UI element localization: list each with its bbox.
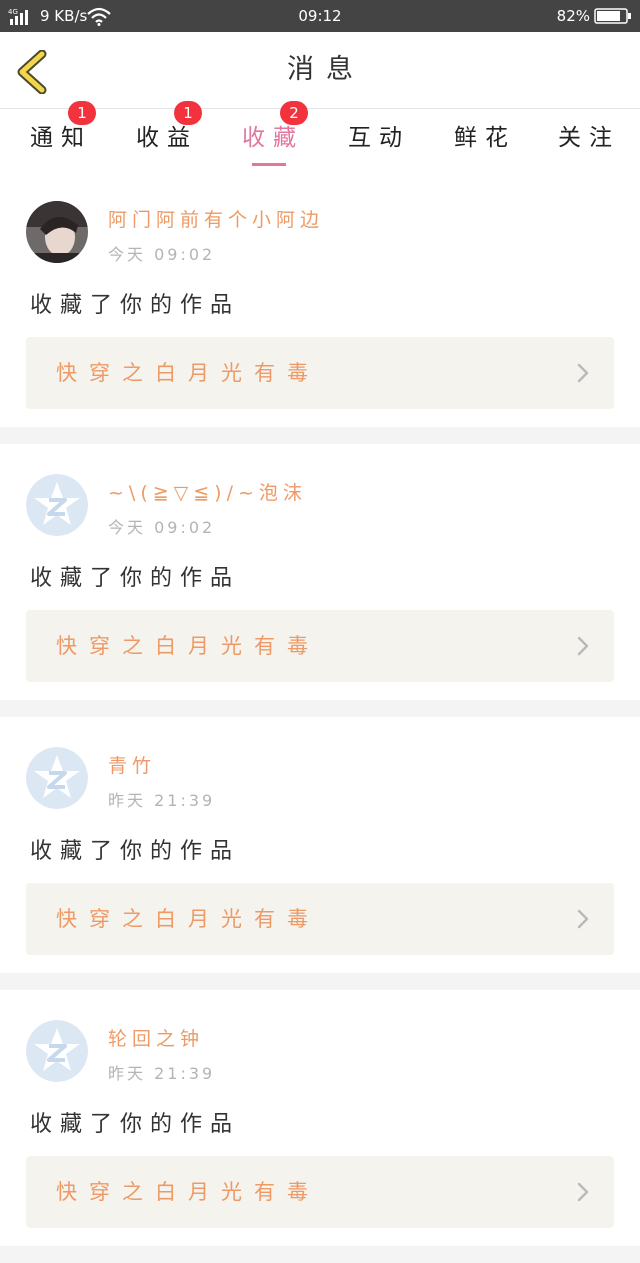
battery-icon	[594, 8, 631, 24]
action-text: 收藏了你的作品	[30, 293, 241, 318]
tab-follows[interactable]: 关注	[532, 109, 638, 171]
tab-favorites[interactable]: 收藏 2	[216, 101, 322, 171]
avatar[interactable]	[26, 747, 88, 809]
message-card: 阿门阿前有个小阿边 今天 09:02 收藏了你的作品 快穿之白月光有毒	[0, 171, 640, 427]
action-text: 收藏了你的作品	[30, 566, 241, 591]
work-title: 快穿之白月光有毒	[56, 907, 320, 931]
timestamp: 今天 09:02	[108, 245, 216, 264]
work-title: 快穿之白月光有毒	[56, 1180, 320, 1204]
chevron-right-icon	[577, 636, 589, 656]
tab-label: 鲜花	[454, 125, 516, 151]
user-photo-icon	[26, 201, 88, 263]
work-link[interactable]: 快穿之白月光有毒	[26, 883, 614, 955]
clock: 09:12	[298, 7, 342, 25]
unread-badge: 1	[68, 101, 96, 125]
work-title: 快穿之白月光有毒	[56, 361, 320, 385]
work-title: 快穿之白月光有毒	[56, 634, 320, 658]
action-text: 收藏了你的作品	[30, 839, 241, 864]
avatar[interactable]	[26, 201, 88, 263]
chevron-right-icon	[577, 909, 589, 929]
default-avatar-icon	[26, 747, 88, 809]
default-avatar-icon	[26, 1020, 88, 1082]
message-card: 轮回之钟 昨天 21:39 收藏了你的作品 快穿之白月光有毒	[0, 990, 640, 1246]
message-list: 阿门阿前有个小阿边 今天 09:02 收藏了你的作品 快穿之白月光有毒 ~\(≧…	[0, 171, 640, 1263]
tab-interactions[interactable]: 互动	[322, 109, 428, 171]
active-tab-indicator	[252, 163, 286, 166]
timestamp: 昨天 21:39	[108, 1064, 216, 1083]
navigation-bar: 消息	[0, 32, 640, 109]
avatar[interactable]	[26, 474, 88, 536]
tab-flowers[interactable]: 鲜花	[428, 109, 534, 171]
tab-notifications[interactable]: 通知 1	[4, 101, 110, 171]
unread-badge: 1	[174, 101, 202, 125]
battery-percent: 82%	[556, 7, 590, 25]
tab-bar: 通知 1 收益 1 收藏 2 互动 鲜花 关注	[0, 101, 640, 171]
tab-label: 互动	[348, 125, 410, 151]
username[interactable]: ~\(≧▽≦)/~泡沫	[108, 478, 307, 505]
timestamp: 昨天 21:39	[108, 791, 216, 810]
message-card: ~\(≧▽≦)/~泡沫 今天 09:02 收藏了你的作品 快穿之白月光有毒	[0, 444, 640, 700]
username[interactable]: 青竹	[108, 751, 156, 778]
unread-badge: 2	[280, 101, 308, 125]
page-title: 消息	[287, 54, 365, 85]
status-bar: 4G 9 KB/s 09:12 82%	[0, 0, 640, 32]
work-link[interactable]: 快穿之白月光有毒	[26, 337, 614, 409]
username[interactable]: 阿门阿前有个小阿边	[108, 205, 324, 232]
avatar[interactable]	[26, 1020, 88, 1082]
work-link[interactable]: 快穿之白月光有毒	[26, 610, 614, 682]
action-text: 收藏了你的作品	[30, 1112, 241, 1137]
tab-label: 关注	[558, 125, 620, 151]
chevron-right-icon	[577, 1182, 589, 1202]
username[interactable]: 轮回之钟	[108, 1024, 204, 1051]
default-avatar-icon	[26, 474, 88, 536]
chevron-right-icon	[577, 363, 589, 383]
tab-earnings[interactable]: 收益 1	[110, 101, 216, 171]
timestamp: 今天 09:02	[108, 518, 216, 537]
message-card: 青竹 昨天 21:39 收藏了你的作品 快穿之白月光有毒	[0, 717, 640, 973]
work-link[interactable]: 快穿之白月光有毒	[26, 1156, 614, 1228]
